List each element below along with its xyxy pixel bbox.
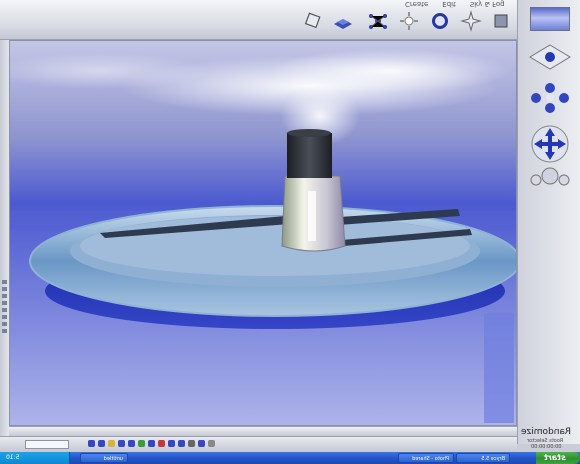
bottle-highlight (308, 191, 316, 241)
animation-timeline[interactable] (9, 426, 517, 436)
start-label: start (544, 453, 566, 462)
rotate-tool[interactable] (458, 8, 484, 34)
bottom-icons-row (88, 440, 215, 447)
taskbar-button[interactable]: Bryce 5.5 (456, 453, 510, 463)
sun-tool[interactable] (396, 8, 422, 34)
frame-field[interactable] (25, 440, 69, 449)
menu-edit[interactable]: Edit (442, 0, 456, 8)
bottle-cap (287, 133, 332, 178)
cloud (270, 49, 510, 93)
randomize-label[interactable]: Randomize (521, 427, 571, 437)
cube-tool[interactable] (488, 8, 514, 34)
group-tool[interactable] (365, 8, 391, 34)
system-tray: 5:10 (0, 452, 70, 464)
camera-icon[interactable] (168, 440, 175, 447)
menu-sky-fog[interactable]: Sky & Fog (470, 0, 505, 8)
bottom-status-bar (0, 436, 517, 452)
taskbar-button[interactable]: Photo - Shared (398, 453, 454, 463)
taskbar-button-label: Photo - Shared (412, 456, 449, 462)
network-icon (369, 14, 387, 29)
menu-create[interactable]: Create (405, 0, 428, 8)
stop-icon[interactable] (98, 440, 105, 447)
blocks-icon (334, 19, 352, 29)
loop-icon[interactable] (148, 440, 155, 447)
strip-handle-icon[interactable] (2, 301, 7, 305)
taskbar-button-label: Bryce 5.5 (481, 456, 505, 462)
sun-icon (400, 12, 418, 30)
options-icon[interactable] (208, 440, 215, 447)
randomize-time: 00:00:00:00 (531, 444, 562, 450)
cube-icon (494, 14, 508, 28)
sphere-ring-icon (432, 13, 448, 29)
zoom-balls-icon[interactable] (526, 166, 574, 188)
windows-taskbar: 5:10 Bryce 5.5 Photo - Shared untitled s… (0, 452, 580, 464)
nano-preview-thumbnail[interactable] (530, 7, 570, 31)
bryce-window: Create Edit Sky & Fog Randomize Roots Se… (0, 0, 580, 464)
forward-icon[interactable] (128, 440, 135, 447)
bottle-cap-top (287, 129, 331, 137)
record-icon[interactable] (138, 440, 145, 447)
grid-icon[interactable] (188, 440, 195, 447)
light-icon[interactable] (178, 440, 185, 447)
star-icon (460, 10, 482, 32)
scene-render (10, 41, 516, 425)
key-icon[interactable] (108, 440, 115, 447)
scene-icon[interactable] (198, 440, 205, 447)
object-tool[interactable] (330, 8, 356, 34)
transform-tool[interactable] (427, 8, 453, 34)
taskbar-button[interactable]: untitled (80, 453, 128, 463)
taskbar-button-label: untitled (103, 456, 123, 462)
delete-key-icon[interactable] (158, 440, 165, 447)
render-viewport[interactable] (9, 40, 517, 426)
strip-handle-icon[interactable] (2, 287, 7, 291)
strip-handle-icon[interactable] (2, 329, 7, 333)
start-button[interactable]: start (536, 452, 580, 464)
strip-handle-icon[interactable] (2, 294, 7, 298)
rewind-icon[interactable] (118, 440, 125, 447)
menu-bar: Create Edit Sky & Fog (405, 0, 505, 8)
render-preview-tool[interactable] (300, 8, 326, 34)
left-tool-strip (0, 40, 9, 440)
cube-outline-icon (304, 12, 321, 29)
strip-handle-icon[interactable] (2, 308, 7, 312)
top-toolbar: Create Edit Sky & Fog (0, 0, 580, 40)
camera-cross-icon[interactable] (526, 42, 574, 72)
move-arrows-icon[interactable] (530, 124, 570, 164)
strip-handle-icon[interactable] (2, 280, 7, 284)
tray-clock: 5:10 (6, 454, 20, 461)
trackball-icon[interactable] (526, 78, 574, 114)
strip-handle-icon[interactable] (2, 315, 7, 319)
water-column (484, 313, 514, 423)
play-icon[interactable] (88, 440, 95, 447)
strip-handle-icon[interactable] (2, 322, 7, 326)
